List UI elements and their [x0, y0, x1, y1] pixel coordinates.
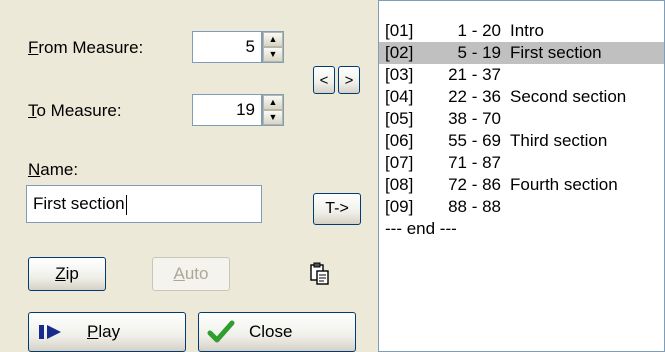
list-item[interactable]: [05] 38 - 70: [379, 108, 664, 130]
section-range: 88 - 88: [448, 197, 501, 216]
list-item[interactable]: [09] 88 - 88: [379, 196, 664, 218]
play-text: lay: [98, 322, 121, 341]
zip-accel: Z: [55, 264, 66, 283]
list-item[interactable]: [03] 21 - 37: [379, 64, 664, 86]
checkmark-icon: [207, 320, 235, 344]
list-item[interactable]: [04] 22 - 36 Second section: [379, 86, 664, 108]
section-id: [07]: [385, 153, 414, 172]
copy-to-name-button[interactable]: T->: [313, 193, 361, 225]
from-measure-spinner[interactable]: ▲ ▼: [262, 31, 284, 63]
from-measure-label: From Measure:: [28, 38, 143, 58]
spin-up-icon[interactable]: ▲: [263, 32, 283, 47]
close-button[interactable]: Close: [198, 312, 356, 352]
play-icon: [39, 324, 65, 340]
section-range: 1 - 20: [457, 21, 501, 40]
play-button[interactable]: Play: [28, 312, 186, 352]
section-range: 55 - 69: [448, 131, 501, 150]
name-label: Name:: [28, 160, 78, 180]
end-marker-text: --- end ---: [385, 219, 457, 238]
section-id: [06]: [385, 131, 414, 150]
zip-button[interactable]: Zip: [28, 257, 106, 291]
list-item[interactable]: [08] 72 - 86 Fourth section: [379, 174, 664, 196]
section-id: [01]: [385, 21, 414, 40]
name-accel: N: [28, 160, 41, 179]
list-item[interactable]: [02] 5 - 19 First section: [379, 42, 664, 64]
section-range: 38 - 70: [448, 109, 501, 128]
name-text: ame:: [40, 160, 79, 179]
section-name: First section: [510, 43, 602, 62]
list-item[interactable]: [01] 1 - 20 Intro: [379, 20, 664, 42]
paste-icon[interactable]: [308, 262, 330, 286]
section-id: [08]: [385, 175, 414, 194]
section-name-value: First section: [33, 194, 125, 213]
section-id: [09]: [385, 197, 414, 216]
list-item[interactable]: [07] 71 - 87: [379, 152, 664, 174]
list-end-marker: --- end ---: [379, 218, 664, 240]
auto-button[interactable]: Auto: [152, 257, 230, 291]
auto-accel: A: [173, 264, 185, 283]
sections-rows: [01] 1 - 20 Intro [02] 5 - 19 First section [0…: [379, 1, 664, 240]
section-name: Second section: [510, 87, 627, 106]
section-range: 21 - 37: [448, 65, 501, 84]
next-section-button[interactable]: >: [338, 66, 360, 94]
from-measure-accel: F: [28, 38, 39, 57]
section-range: 5 - 19: [457, 43, 501, 62]
section-range: 71 - 87: [448, 153, 501, 172]
spin-up-icon[interactable]: ▲: [263, 95, 283, 110]
from-measure-text: rom Measure:: [38, 38, 144, 57]
text-caret: [125, 194, 127, 215]
auto-text: uto: [184, 264, 209, 283]
sections-listbox[interactable]: [01] 1 - 20 Intro [02] 5 - 19 First section [0…: [378, 0, 665, 352]
section-range: 72 - 86: [448, 175, 501, 194]
section-id: [02]: [385, 43, 414, 62]
section-id: [03]: [385, 65, 414, 84]
to-measure-input[interactable]: 19: [192, 94, 262, 126]
section-id: [05]: [385, 109, 414, 128]
to-measure-label: To Measure:: [28, 101, 122, 121]
to-measure-text: o Measure:: [36, 101, 122, 120]
previous-section-button[interactable]: <: [313, 66, 335, 94]
section-range: 22 - 36: [448, 87, 501, 106]
to-measure-spinner[interactable]: ▲ ▼: [262, 94, 284, 126]
close-text: Close: [249, 322, 293, 341]
play-accel: P: [87, 322, 99, 341]
zip-text: ip: [65, 264, 79, 283]
from-measure-input[interactable]: 5: [192, 31, 262, 63]
to-measure-accel: T: [28, 101, 37, 120]
section-name: Intro: [510, 21, 545, 40]
section-name: Fourth section: [510, 175, 618, 194]
spin-down-icon[interactable]: ▼: [263, 110, 283, 125]
section-name-input[interactable]: First section: [26, 185, 262, 223]
spin-down-icon[interactable]: ▼: [263, 47, 283, 62]
section-name: Third section: [510, 131, 608, 150]
section-id: [04]: [385, 87, 414, 106]
list-item[interactable]: [06] 55 - 69 Third section: [379, 130, 664, 152]
